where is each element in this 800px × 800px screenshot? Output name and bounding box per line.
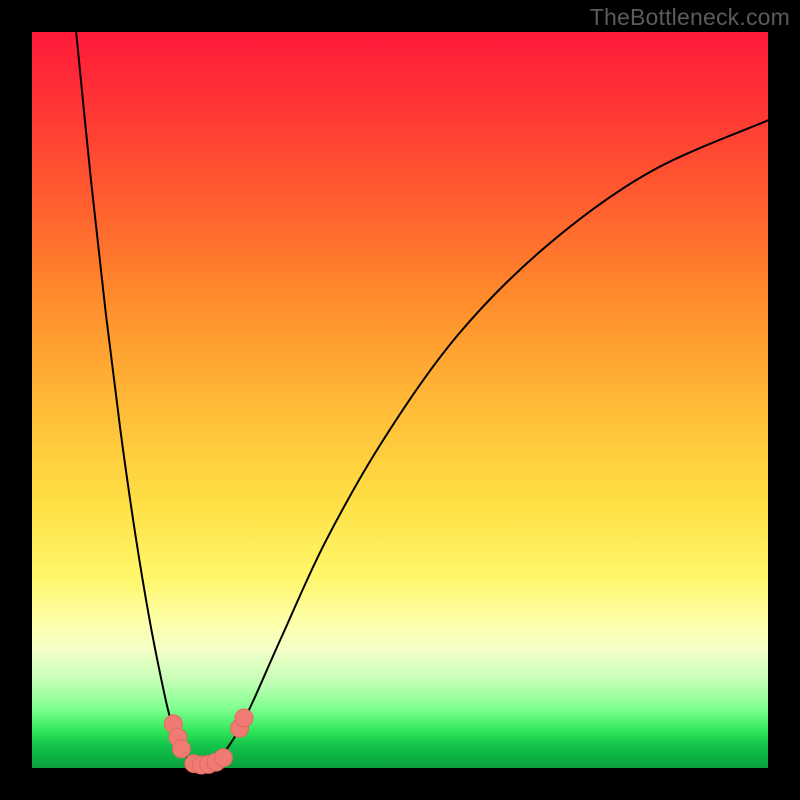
curve-left: [76, 32, 201, 768]
plot-area: [32, 32, 768, 768]
data-marker: [172, 740, 190, 758]
data-marker: [235, 709, 253, 727]
curve-right: [209, 120, 768, 768]
curve-layer: [32, 32, 768, 768]
marker-group: [164, 709, 253, 774]
branding-text: TheBottleneck.com: [590, 4, 790, 31]
chart-frame: TheBottleneck.com: [0, 0, 800, 800]
data-marker: [214, 749, 232, 767]
